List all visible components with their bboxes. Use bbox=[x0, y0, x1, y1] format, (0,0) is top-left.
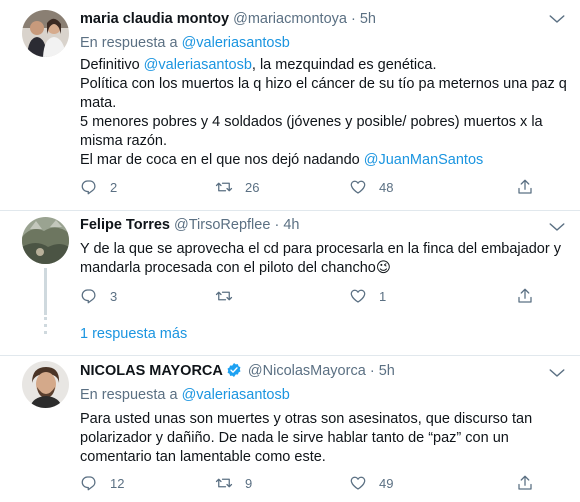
text-segment: El mar de coca en el que nos dejó nadand… bbox=[80, 152, 364, 168]
tweet[interactable]: NICOLAS MAYORCA @NicolasMayorca · 5h En … bbox=[0, 356, 580, 502]
timestamp[interactable]: 5h bbox=[360, 11, 376, 27]
separator-dot: · bbox=[350, 11, 356, 27]
tweet[interactable]: maria claudia montoy @mariacmontoya · 5h… bbox=[0, 0, 580, 210]
user-handle[interactable]: @NicolasMayorca bbox=[248, 363, 366, 379]
avatar[interactable] bbox=[22, 10, 69, 57]
text-body: Y de la que se aprovecha el cd para proc… bbox=[80, 241, 561, 276]
timestamp[interactable]: 5h bbox=[379, 363, 395, 379]
share-icon bbox=[518, 475, 532, 490]
reply-count: 12 bbox=[110, 475, 125, 491]
like-button[interactable]: 1 bbox=[349, 286, 386, 306]
tweet-actions: 2 26 48 bbox=[80, 177, 558, 197]
avatar[interactable] bbox=[22, 361, 69, 408]
like-button[interactable]: 49 bbox=[349, 473, 393, 493]
reply-context: En respuesta a @valeriasantosb bbox=[80, 34, 574, 53]
share-button[interactable] bbox=[516, 177, 534, 197]
wink-emoji: 😉 bbox=[375, 260, 391, 276]
tweet-actions: 12 9 49 bbox=[80, 473, 558, 493]
retweet-icon bbox=[215, 291, 233, 301]
mention-link[interactable]: @valeriasantosb bbox=[144, 57, 252, 73]
user-handle[interactable]: @TirsoRepflee bbox=[174, 217, 270, 233]
tweet-actions: 3 1 bbox=[80, 286, 558, 306]
reply-button[interactable]: 12 bbox=[80, 473, 124, 493]
text-line: Política con los muertos la q hizo el cá… bbox=[80, 76, 567, 111]
reply-count: 2 bbox=[110, 179, 118, 195]
reply-icon bbox=[81, 476, 96, 491]
reply-icon bbox=[81, 289, 96, 304]
like-icon bbox=[350, 289, 366, 303]
share-button[interactable] bbox=[516, 286, 534, 306]
retweet-count: 26 bbox=[245, 179, 260, 195]
reply-context: En respuesta a @valeriasantosb bbox=[80, 386, 574, 405]
share-icon bbox=[518, 288, 532, 303]
separator-dot: · bbox=[274, 217, 280, 233]
reply-button[interactable]: 3 bbox=[80, 286, 117, 306]
like-icon bbox=[350, 476, 366, 490]
retweet-count: 9 bbox=[245, 475, 253, 491]
show-more-replies[interactable]: 1 respuesta más bbox=[0, 315, 580, 356]
retweet-button[interactable] bbox=[215, 286, 245, 306]
reply-count: 3 bbox=[110, 288, 118, 304]
tweet[interactable]: Felipe Torres @TirsoRepflee · 4h Y de la… bbox=[0, 210, 580, 315]
avatar[interactable] bbox=[22, 217, 69, 264]
reply-prefix: En respuesta a bbox=[80, 35, 178, 51]
more-options-icon[interactable] bbox=[548, 218, 566, 236]
retweet-icon bbox=[215, 182, 233, 192]
more-options-icon[interactable] bbox=[548, 364, 566, 382]
text-segment: , la mezquindad es genética. bbox=[251, 57, 437, 73]
tweet-text: Definitivo @valeriasantosb, la mezquinda… bbox=[80, 56, 574, 170]
more-options-icon[interactable] bbox=[548, 10, 566, 28]
text-line: 5 menores pobres y 4 soldados (jóvenes y… bbox=[80, 114, 543, 149]
retweet-button[interactable]: 9 bbox=[215, 473, 252, 493]
like-count: 1 bbox=[379, 288, 387, 304]
share-button[interactable] bbox=[516, 473, 534, 493]
timestamp[interactable]: 4h bbox=[283, 217, 299, 233]
retweet-icon bbox=[215, 478, 233, 488]
reply-icon bbox=[81, 180, 96, 195]
user-handle[interactable]: @mariacmontoya bbox=[233, 11, 347, 27]
reply-to-link[interactable]: @valeriasantosb bbox=[182, 35, 290, 51]
reply-button[interactable]: 2 bbox=[80, 177, 117, 197]
like-count: 48 bbox=[379, 179, 394, 195]
tweet-text: Y de la que se aprovecha el cd para proc… bbox=[80, 240, 574, 278]
more-replies-link[interactable]: 1 respuesta más bbox=[80, 326, 187, 342]
thread-dots bbox=[44, 317, 47, 338]
reply-prefix: En respuesta a bbox=[80, 387, 178, 403]
reply-to-link[interactable]: @valeriasantosb bbox=[182, 387, 290, 403]
separator-dot: · bbox=[369, 363, 375, 379]
display-name[interactable]: maria claudia montoy bbox=[80, 11, 229, 27]
thread-line bbox=[44, 268, 47, 315]
verified-badge-icon bbox=[227, 363, 241, 377]
like-count: 49 bbox=[379, 475, 394, 491]
tweet-text: Para usted unas son muertes y otras son … bbox=[80, 411, 533, 465]
text-segment: Definitivo bbox=[80, 57, 144, 73]
retweet-button[interactable]: 26 bbox=[215, 177, 259, 197]
display-name[interactable]: NICOLAS MAYORCA bbox=[80, 363, 223, 379]
display-name[interactable]: Felipe Torres bbox=[80, 217, 170, 233]
mention-link[interactable]: @JuanManSantos bbox=[364, 152, 484, 168]
like-button[interactable]: 48 bbox=[349, 177, 393, 197]
like-icon bbox=[350, 180, 366, 194]
share-icon bbox=[518, 179, 532, 194]
reply-thread: maria claudia montoy @mariacmontoya · 5h… bbox=[0, 0, 580, 502]
